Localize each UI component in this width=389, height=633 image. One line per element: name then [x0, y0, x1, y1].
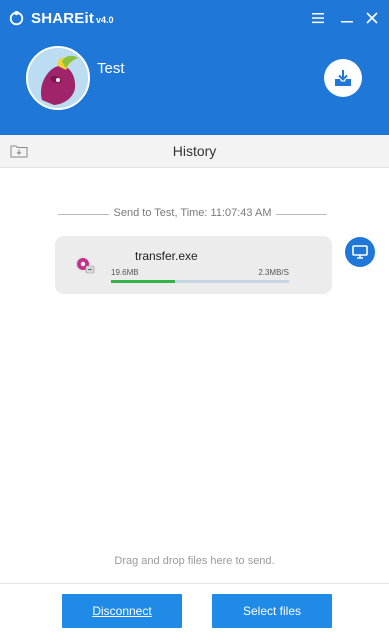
- progress-bar-fill: [111, 280, 176, 283]
- app-header: SHAREit v4.0 Test: [0, 0, 389, 135]
- profile-area: Test: [0, 36, 389, 135]
- file-size: 19.6MB: [111, 268, 139, 277]
- send-info-text: Send to Test, Time: 11:07:43 AM: [108, 207, 277, 219]
- disconnect-label: Disconnect: [92, 604, 152, 618]
- send-info: Send to Test, Time: 11:07:43 AM: [55, 206, 330, 222]
- file-icon: [75, 256, 95, 274]
- footer: Disconnect Select files: [0, 583, 389, 633]
- close-icon: [366, 12, 378, 24]
- avatar-image: [28, 48, 88, 108]
- avatar[interactable]: [26, 46, 90, 110]
- title-bar[interactable]: SHAREit v4.0: [0, 0, 389, 36]
- device-button[interactable]: [345, 237, 375, 267]
- user-name: Test: [97, 60, 125, 77]
- transfer-speed: 2.3MB/S: [258, 268, 289, 277]
- history-bar: History: [0, 135, 389, 168]
- menu-icon: [312, 13, 324, 24]
- select-files-button[interactable]: Select files: [212, 594, 332, 628]
- minimize-button[interactable]: [338, 9, 356, 27]
- select-files-label: Select files: [242, 604, 302, 618]
- history-title: History: [172, 143, 217, 159]
- monitor-icon: [352, 245, 368, 259]
- download-button[interactable]: [324, 59, 362, 97]
- download-tray-icon: [335, 70, 351, 86]
- file-name: transfer.exe: [135, 249, 198, 263]
- menu-button[interactable]: [309, 9, 327, 27]
- history-content: Send to Test, Time: 11:07:43 AM transfer…: [0, 168, 389, 583]
- app-version: v4.0: [96, 15, 114, 25]
- disconnect-button[interactable]: Disconnect: [62, 594, 182, 628]
- shareit-logo-icon: [9, 11, 24, 26]
- drag-drop-hint: Drag and drop files here to send.: [114, 555, 275, 567]
- progress-bar: [111, 280, 289, 283]
- transfer-item[interactable]: transfer.exe 19.6MB 2.3MB/S: [55, 236, 332, 294]
- app-name: SHAREit: [31, 10, 95, 27]
- minimize-icon: [341, 21, 353, 23]
- close-button[interactable]: [363, 9, 381, 27]
